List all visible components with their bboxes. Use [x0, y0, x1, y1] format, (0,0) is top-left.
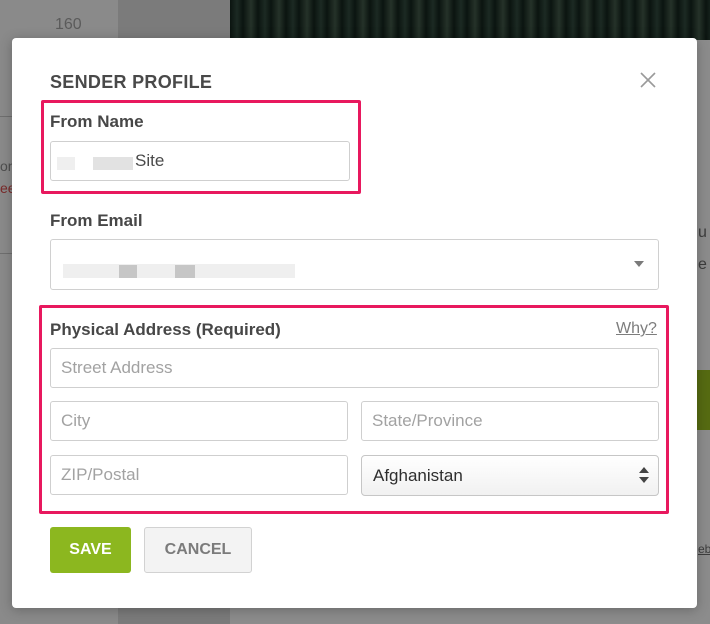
background-button [697, 370, 710, 430]
country-select[interactable]: Afghanistan [361, 455, 659, 496]
country-selected-value: Afghanistan [373, 466, 463, 485]
background-snippet: u [698, 224, 707, 241]
select-arrows-icon [639, 466, 649, 486]
modal-title: SENDER PROFILE [50, 72, 213, 92]
sender-profile-modal: SENDER PROFILE From Name Site From Email… [12, 38, 697, 608]
background-hero-image [230, 0, 710, 40]
chevron-down-icon [634, 261, 644, 267]
background-right-panel [697, 40, 710, 624]
from-email-select[interactable] [50, 239, 659, 290]
street-address-input[interactable] [50, 348, 659, 388]
redacted-text [57, 157, 75, 170]
background-number: 160 [55, 16, 82, 33]
why-link[interactable]: Why? [616, 320, 657, 338]
city-input[interactable] [50, 401, 348, 441]
save-button[interactable]: SAVE [50, 527, 131, 573]
cancel-button[interactable]: CANCEL [144, 527, 252, 573]
from-name-label: From Name [50, 112, 144, 131]
background-link: eb [698, 542, 710, 556]
background-snippet: e [698, 256, 707, 273]
redacted-text [93, 157, 133, 170]
redacted-text [175, 265, 195, 278]
redacted-text [119, 265, 137, 278]
from-email-label: From Email [50, 211, 143, 230]
close-icon [640, 72, 656, 88]
physical-address-label: Physical Address (Required) [50, 320, 281, 339]
zip-postal-input[interactable] [50, 455, 348, 495]
close-button[interactable] [636, 68, 660, 92]
state-province-input[interactable] [361, 401, 659, 441]
from-name-value: Site [135, 151, 165, 170]
